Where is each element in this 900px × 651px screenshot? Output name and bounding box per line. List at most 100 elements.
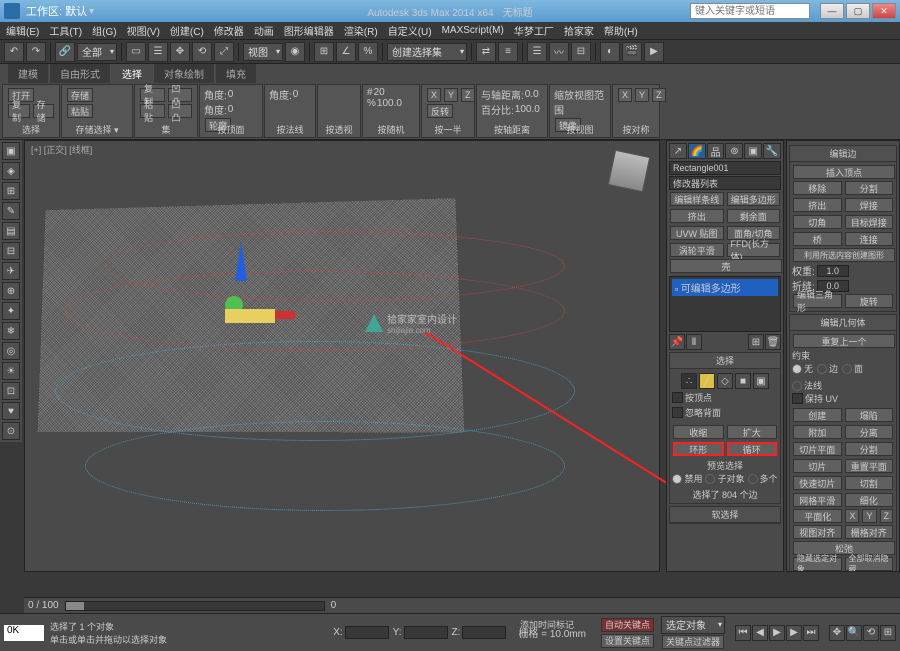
menu-group[interactable]: 组(G) [92,23,116,38]
snap-icon[interactable]: ⊞ [314,42,334,62]
cut-button[interactable]: 切割 [845,476,894,490]
lb-icon-5[interactable]: ▤ [2,222,20,240]
rb-set-paste[interactable]: 粘贴 [140,104,165,118]
mod-btn-turbo[interactable]: 涡轮平滑 [670,243,724,257]
menu-plugin2[interactable]: 拾家家 [564,23,594,38]
menu-customize[interactable]: 自定义(U) [388,23,432,38]
cmd-tab-modify-icon[interactable]: 🌈 [688,143,706,159]
ignore-back-check[interactable]: 忽略背面 [672,406,721,419]
extrude-button[interactable]: 挤出 [793,198,842,212]
menu-help[interactable]: 帮助(H) [604,23,638,38]
lb-icon-1[interactable]: ▣ [2,142,20,160]
nav-orbit-icon[interactable]: ⟲ [863,625,879,641]
menu-view[interactable]: 视图(V) [127,23,160,38]
key-target-dropdown[interactable]: 选定对象 [661,616,725,634]
viewport-label[interactable]: [+] [正交] [线框] [31,143,92,156]
chamfer-button[interactable]: 切角 [793,215,842,229]
lb-icon-10[interactable]: ❄ [2,322,20,340]
rb-copy[interactable]: 复制 [8,104,30,118]
selection-set-dropdown[interactable]: 创建选择集 [387,43,467,61]
viewport[interactable]: [+] [正交] [线框] 拾家家室内设计shijiajia.com [24,140,660,572]
workspace-label[interactable]: 工作区: 默认 [26,3,87,19]
hide-sel-button[interactable]: 隐藏选定对象 [793,557,842,571]
lb-icon-12[interactable]: ☀ [2,362,20,380]
pin-icon[interactable]: 📌 [669,334,685,350]
object-name-field[interactable]: Rectangle001 [669,161,781,175]
tessellate-button[interactable]: 细化 [845,493,894,507]
trash-icon[interactable]: 🗑 [765,334,781,350]
menu-animation[interactable]: 动画 [254,23,274,38]
lb-icon-7[interactable]: ✈ [2,262,20,280]
menu-plugin1[interactable]: 华梦工厂 [514,23,554,38]
bridge-button[interactable]: 桥 [793,232,842,246]
ribbon-tab-freeform[interactable]: 自由形式 [50,64,110,83]
ribbon-tab-selection[interactable]: 选择 [112,64,152,83]
constrain-normal-radio[interactable]: 法线 [792,379,822,392]
play-prev-icon[interactable]: ◀ [752,625,768,641]
play-end-icon[interactable]: ⏭ [803,625,819,641]
attach-button[interactable]: 附加 [793,425,842,439]
timeline[interactable]: 0 / 100 0 [24,597,900,613]
mirror-icon[interactable]: ⇄ [476,42,496,62]
planar-y[interactable]: Y [862,509,876,523]
subobj-poly-icon[interactable]: ■ [735,373,751,389]
rb-store[interactable]: 存储 [33,104,55,118]
add-time-tag[interactable]: 添加时间标记 [520,618,574,631]
rb-sym-x[interactable]: X [618,88,632,102]
link-icon[interactable]: 🔗 [55,42,75,62]
cmd-tab-create-icon[interactable]: ↗ [669,143,687,159]
view-align-button[interactable]: 视图对齐 [793,525,842,539]
rb-half-inv[interactable]: 反转 [427,104,453,118]
mod-btn-poly[interactable]: 编辑多边形 [727,192,781,206]
pivot-icon[interactable]: ◉ [285,42,305,62]
menu-edit[interactable]: 编辑(E) [6,23,39,38]
mod-btn-remain[interactable]: 剩余面 [727,209,781,223]
unhide-button[interactable]: 全部取消隐藏 [845,557,894,571]
grid-align-button[interactable]: 栅格对齐 [845,525,894,539]
remove-button[interactable]: 移除 [793,181,842,195]
rb-sym-z[interactable]: Z [652,88,666,102]
slice-button[interactable]: 切片 [793,459,842,473]
rollout-softsel[interactable]: 软选择 [670,507,780,523]
stack-item[interactable]: ▫ 可编辑多边形 [672,279,778,296]
ribbon-tab-modeling[interactable]: 建模 [8,64,48,83]
rb-half-y[interactable]: Y [444,88,458,102]
quickslice-button[interactable]: 快速切片 [793,476,842,490]
modifier-list-dropdown[interactable]: 修改器列表 [669,176,781,190]
scale-icon[interactable]: ⤢ [214,42,234,62]
menu-render[interactable]: 渲染(R) [344,23,378,38]
modifier-stack[interactable]: ▫ 可编辑多边形 [669,276,781,332]
reset-plane-button[interactable]: 重置平面 [845,459,894,473]
layers-icon[interactable]: ☰ [527,42,547,62]
shrink-button[interactable]: 收缩 [673,425,724,439]
turn-button[interactable]: 旋转 [845,294,894,308]
coord-dropdown[interactable]: 视图 [243,43,283,61]
mod-btn-extrude[interactable]: 挤出 [670,209,724,223]
by-vertex-check[interactable]: 按顶点 [672,391,712,404]
mod-btn-spline[interactable]: 编辑样条线 [670,192,724,206]
split-button[interactable]: 分割 [845,181,894,195]
subobj-edge-icon[interactable]: ╱ [699,373,715,389]
repeat-button[interactable]: 重复上一个 [793,334,895,348]
loop-button[interactable]: 循环 [727,442,778,456]
nav-zoom-icon[interactable]: 🔍 [846,625,862,641]
select-icon[interactable]: ▭ [126,42,146,62]
undo-icon[interactable]: ↶ [4,42,24,62]
lb-icon-11[interactable]: ◎ [2,342,20,360]
redo-icon[interactable]: ↷ [26,42,46,62]
split2-button[interactable]: 分割 [845,442,894,456]
subobj-border-icon[interactable]: ◇ [717,373,733,389]
subobj-element-icon[interactable]: ▣ [753,373,769,389]
close-button[interactable]: ✕ [872,3,896,19]
lb-icon-8[interactable]: ⊕ [2,282,20,300]
rb-set-bump2[interactable]: 凹凸 [168,104,193,118]
play-next-icon[interactable]: ▶ [786,625,802,641]
constrain-edge-radio[interactable]: 边 [817,362,838,375]
preview-multi-radio[interactable]: 多个 [748,472,778,485]
align-icon[interactable]: ≡ [498,42,518,62]
grow-button[interactable]: 扩大 [727,425,778,439]
planar-button[interactable]: 平面化 [793,509,842,523]
target-weld-button[interactable]: 目标焊接 [845,215,894,229]
msmooth-button[interactable]: 网格平滑 [793,493,842,507]
preview-subobj-radio[interactable]: 子对象 [705,472,744,485]
